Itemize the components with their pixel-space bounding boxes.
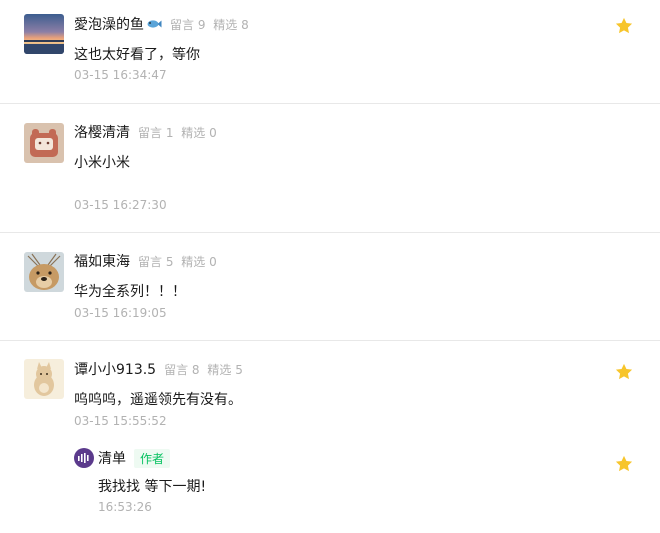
nickname[interactable]: 福如東海	[74, 251, 130, 271]
comment-header: 洛樱清清 留言 1 精选 0	[74, 122, 217, 142]
featured-count: 精选 0	[181, 125, 217, 140]
nickname[interactable]: 愛泡澡的鱼	[74, 14, 144, 34]
featured-count: 精选 5	[207, 362, 243, 377]
featured-count: 精选 8	[213, 17, 249, 32]
reply-author-name[interactable]: 清单	[98, 448, 126, 468]
cartoon-animal-avatar-icon	[24, 359, 64, 399]
comment-time: 03-15 16:27:30	[74, 198, 167, 212]
comment-text: 呜呜呜，遥遥领先有没有。	[74, 392, 242, 408]
comment-count: 留言 5	[138, 254, 174, 269]
comment-time: 03-15 15:55:52	[74, 414, 167, 428]
qingdan-logo-icon	[78, 453, 89, 463]
comment-count: 留言 1	[138, 125, 174, 140]
sunset-avatar-icon	[24, 14, 64, 54]
divider	[0, 103, 660, 104]
user-avatar[interactable]	[24, 123, 64, 163]
user-avatar[interactable]	[24, 359, 64, 399]
comment-header: 愛泡澡的鱼 留言 9 精选 8	[74, 14, 249, 34]
comment-time: 03-15 16:34:47	[74, 68, 167, 82]
nickname[interactable]: 洛樱清清	[74, 122, 130, 142]
reply-time: 16:53:26	[98, 500, 152, 514]
user-stats: 留言 5 精选 0	[138, 253, 217, 270]
nickname[interactable]: 谭小小913.5	[74, 359, 156, 379]
user-avatar[interactable]	[24, 252, 64, 292]
author-badge: 作者	[134, 448, 171, 468]
divider	[0, 340, 660, 341]
author-avatar[interactable]	[74, 448, 94, 468]
divider	[0, 232, 660, 233]
reply-header: 清单 作者	[98, 448, 171, 468]
comment-text: 小米小米	[74, 155, 130, 171]
user-avatar[interactable]	[24, 14, 64, 54]
comment-time: 03-15 16:19:05	[74, 306, 167, 320]
user-stats: 留言 9 精选 8	[170, 16, 249, 33]
reply-text: 我找找 等下一期!	[98, 479, 207, 495]
featured-count: 精选 0	[181, 254, 217, 269]
comment-count: 留言 9	[170, 17, 206, 32]
comment-count: 留言 8	[164, 362, 200, 377]
star-icon[interactable]	[614, 16, 634, 36]
star-icon[interactable]	[614, 454, 634, 474]
user-stats: 留言 8 精选 5	[164, 361, 243, 378]
user-stats: 留言 1 精选 0	[138, 124, 217, 141]
fish-icon	[146, 15, 162, 34]
comment-header: 福如東海 留言 5 精选 0	[74, 251, 217, 271]
plush-avatar-icon	[24, 123, 64, 163]
comment-text: 这也太好看了，等你	[74, 47, 200, 63]
comment-text: 华为全系列！！！	[74, 284, 186, 300]
comment-header: 谭小小913.5 留言 8 精选 5	[74, 359, 243, 379]
star-icon[interactable]	[614, 362, 634, 382]
dog-avatar-icon	[24, 252, 64, 292]
